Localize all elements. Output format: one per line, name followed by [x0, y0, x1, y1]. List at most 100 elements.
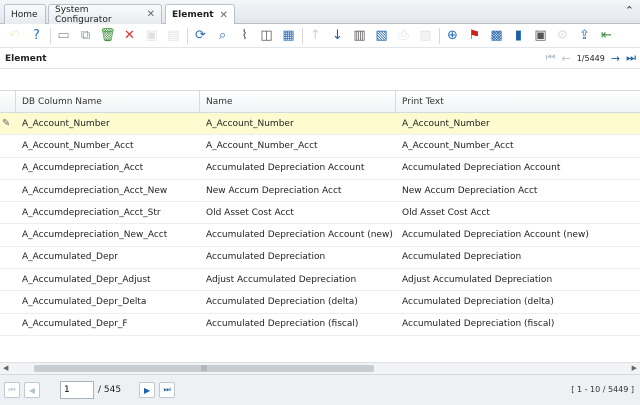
last-record-icon[interactable]: ⏭: [626, 51, 636, 65]
table-row[interactable]: A_Accumulated_Depr Accumulated Depreciati…: [0, 247, 640, 270]
first-page-button[interactable]: ⏮: [4, 382, 20, 398]
table-row[interactable]: A_Accumdepreciation_Acct_Str Old Asset Co…: [0, 202, 640, 225]
export-icon[interactable]: ⇪: [574, 26, 595, 46]
cell-print-text[interactable]: Old Asset Cost Acct: [396, 202, 640, 223]
tab-element[interactable]: Element ✕: [165, 4, 235, 25]
cell-print-text[interactable]: Adjust Accumulated Depreciation: [396, 269, 640, 290]
settings-icon[interactable]: ⚙: [552, 26, 573, 46]
cell-print-text[interactable]: A_Account_Number: [396, 113, 640, 134]
scroll-left-icon[interactable]: ◀: [3, 364, 8, 372]
cell-db-column-name[interactable]: A_Accumdepreciation_Acct_New: [16, 180, 200, 201]
delete-selection-icon[interactable]: ✕: [119, 26, 140, 46]
lock-icon[interactable]: ▮: [508, 26, 529, 46]
customize-icon[interactable]: ▣: [530, 26, 551, 46]
column-header-print-text[interactable]: Print Text: [396, 91, 640, 112]
product-info-icon[interactable]: ▩: [486, 26, 507, 46]
table-row[interactable]: A_Accumulated_Depr_Adjust Adjust Accumula…: [0, 269, 640, 292]
cell-name[interactable]: A_Account_Number_Acct: [200, 135, 396, 156]
cell-name[interactable]: Accumulated Depreciation (fiscal): [200, 314, 396, 335]
previous-record-icon[interactable]: ←: [562, 52, 571, 65]
help-icon[interactable]: ?: [26, 26, 47, 46]
cell-db-column-name[interactable]: A_Accumulated_Depr_F: [16, 314, 200, 335]
print-icon[interactable]: ⎙: [393, 26, 414, 46]
delete-icon[interactable]: 🗑: [97, 26, 118, 46]
cell-print-text[interactable]: New Accum Depreciation Acct: [396, 180, 640, 201]
previous-page-button[interactable]: ◀: [24, 382, 40, 398]
import-icon[interactable]: ⇤: [596, 26, 617, 46]
detail-record-icon[interactable]: ↓: [327, 26, 348, 46]
refresh-icon[interactable]: ⟳: [190, 26, 211, 46]
cell-name[interactable]: Old Asset Cost Acct: [200, 202, 396, 223]
cell-db-column-name[interactable]: A_Accumdepreciation_Acct: [16, 158, 200, 179]
cell-print-text[interactable]: Accumulated Depreciation (delta): [396, 291, 640, 312]
tab-system-configurator[interactable]: System Configurator ✕: [48, 4, 162, 25]
cell-db-column-name[interactable]: A_Accumulated_Depr: [16, 247, 200, 268]
next-page-button[interactable]: ▶: [139, 382, 156, 398]
close-icon[interactable]: ✕: [147, 9, 155, 20]
next-record-icon[interactable]: →: [611, 52, 620, 65]
cell-name[interactable]: Accumulated Depreciation Account (new): [200, 224, 396, 245]
parent-record-icon[interactable]: ↑: [305, 26, 326, 46]
archive-icon[interactable]: ▨: [415, 26, 436, 46]
row-indicator[interactable]: [0, 180, 16, 201]
column-header-name[interactable]: Name: [200, 91, 396, 112]
row-indicator[interactable]: [0, 247, 16, 268]
grid-toggle-icon[interactable]: ▦: [278, 26, 299, 46]
last-page-button[interactable]: ⏭: [159, 382, 176, 398]
cell-print-text[interactable]: Accumulated Depreciation Account: [396, 158, 640, 179]
close-icon[interactable]: ✕: [220, 10, 228, 21]
save-icon[interactable]: ▣: [141, 26, 162, 46]
cell-db-column-name[interactable]: A_Accumdepreciation_Acct_Str: [16, 202, 200, 223]
find-icon[interactable]: ⌕: [212, 26, 233, 46]
copy-record-icon[interactable]: ⧉: [75, 26, 96, 46]
row-indicator[interactable]: [0, 269, 16, 290]
zoom-across-icon[interactable]: ⊕: [442, 26, 463, 46]
row-indicator[interactable]: [0, 314, 16, 335]
row-indicator[interactable]: [0, 158, 16, 179]
collapse-icon[interactable]: ⌃: [625, 4, 634, 17]
cell-db-column-name[interactable]: A_Account_Number_Acct: [16, 135, 200, 156]
row-indicator[interactable]: ✎: [0, 113, 16, 134]
report-icon[interactable]: ▧: [371, 26, 392, 46]
column-header-db-column-name[interactable]: DB Column Name: [16, 91, 200, 112]
attachment-icon[interactable]: ⌇: [234, 26, 255, 46]
cell-db-column-name[interactable]: A_Accumulated_Depr_Adjust: [16, 269, 200, 290]
save-new-icon[interactable]: ▤: [163, 26, 184, 46]
cell-name[interactable]: New Accum Depreciation Acct: [200, 180, 396, 201]
undo-icon[interactable]: ↶: [4, 26, 25, 46]
cell-print-text[interactable]: Accumulated Depreciation (fiscal): [396, 314, 640, 335]
cell-db-column-name[interactable]: A_Accumulated_Depr_Delta: [16, 291, 200, 312]
row-indicator[interactable]: [0, 135, 16, 156]
requests-icon[interactable]: ⚑: [464, 26, 485, 46]
scrollbar-thumb[interactable]: |||: [34, 365, 374, 372]
table-row[interactable]: A_Accumdepreciation_Acct Accumulated Depr…: [0, 158, 640, 180]
cell-name[interactable]: A_Account_Number: [200, 113, 396, 134]
horizontal-scrollbar[interactable]: ◀ ||| ▶: [0, 362, 640, 374]
new-record-icon[interactable]: ▭: [53, 26, 74, 46]
table-row[interactable]: A_Accumdepreciation_New_Acct Accumulated …: [0, 224, 640, 247]
cell-print-text[interactable]: Accumulated Depreciation: [396, 247, 640, 268]
cell-name[interactable]: Accumulated Depreciation: [200, 247, 396, 268]
cell-db-column-name[interactable]: A_Account_Number: [16, 113, 200, 134]
table-row[interactable]: A_Accumulated_Depr_Delta Accumulated Depr…: [0, 291, 640, 314]
history-icon[interactable]: ▥: [349, 26, 370, 46]
first-record-icon[interactable]: ⏮: [546, 51, 556, 65]
table-row[interactable]: A_Accumdepreciation_Acct_New New Accum De…: [0, 180, 640, 203]
row-indicator[interactable]: [0, 291, 16, 312]
cell-print-text[interactable]: A_Account_Number_Acct: [396, 135, 640, 156]
cell-name[interactable]: Accumulated Depreciation (delta): [200, 291, 396, 312]
edit-record-icon[interactable]: ✎: [2, 118, 10, 129]
cell-name[interactable]: Adjust Accumulated Depreciation: [200, 269, 396, 290]
table-row[interactable]: ✎ A_Account_Number A_Account_Number A_Accou…: [0, 113, 640, 136]
cell-db-column-name[interactable]: A_Accumdepreciation_New_Acct: [16, 224, 200, 245]
cell-print-text[interactable]: Accumulated Depreciation Account (new): [396, 224, 640, 245]
table-row[interactable]: A_Account_Number_Acct A_Account_Number_Ac…: [0, 135, 640, 158]
row-indicator[interactable]: [0, 202, 16, 223]
scroll-right-icon[interactable]: ▶: [632, 364, 637, 372]
row-indicator[interactable]: [0, 224, 16, 245]
tab-home[interactable]: Home: [4, 4, 46, 24]
chat-icon[interactable]: ◫: [256, 26, 277, 46]
page-number-input[interactable]: [60, 381, 94, 399]
table-row[interactable]: A_Accumulated_Depr_F Accumulated Deprecia…: [0, 314, 640, 336]
cell-name[interactable]: Accumulated Depreciation Account: [200, 158, 396, 179]
